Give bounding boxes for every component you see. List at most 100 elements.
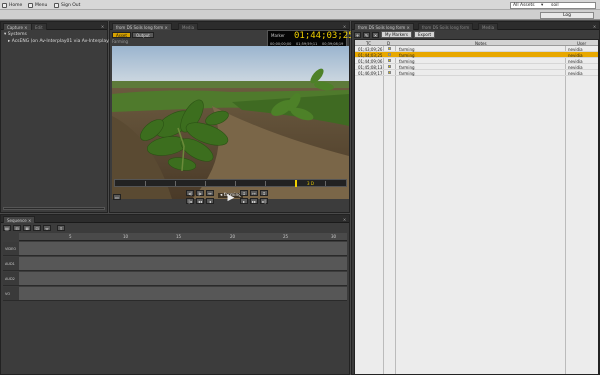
track-label: VIDEO [3,242,19,255]
row-tc: 01;45;08;13 [358,64,383,70]
row-user: nevidia [568,64,583,70]
column-header-tc[interactable]: TC [366,41,371,46]
track-body[interactable] [19,272,347,285]
search-scope-dropdown[interactable]: All Assets [513,3,535,8]
row-user: nevidia [568,52,583,58]
close-icon[interactable]: × [342,24,347,29]
column-header-d[interactable]: D [387,41,390,46]
play-button[interactable]: ▶ [226,193,236,204]
row-note: farming [399,52,415,58]
menu-icon [28,2,33,8]
markers-toolbar: + ✎ ✕ My Markers Export [354,31,436,38]
track-vo[interactable]: VO [3,287,347,301]
tab-markers-active[interactable]: from DS Soils long form × [354,23,414,30]
track-aud1[interactable]: AUD1 [3,257,347,271]
extract-icon[interactable]: ⊠ [23,225,31,231]
markers-panel: from DS Soils long form × from DS Soils … [351,21,600,375]
chevron-down-icon[interactable]: ▾ [541,3,543,8]
row-note: farming [399,64,415,70]
mark-in-button[interactable]: ◂| [186,190,194,196]
edit-marker-icon[interactable]: ✎ [363,31,370,38]
menu-label: Menu [35,2,48,8]
track-aud2[interactable]: AUD2 [3,272,347,286]
track-body[interactable] [19,242,347,255]
marker-indicator: 3 D [307,181,314,186]
tab-media[interactable]: Media [178,23,199,30]
output-toggle-button[interactable]: Output [131,32,154,38]
row-tc: 01;44;03;25 [358,52,383,58]
segment-mode-icon[interactable]: ▤ [3,225,11,231]
close-icon[interactable]: × [342,217,347,222]
delete-marker-icon[interactable]: ✕ [372,31,379,38]
tree-root[interactable]: ▾ Systems [4,32,113,37]
capture-panel: Capture × Edit × ▾ Systems ▸ AcsENG (on … [0,21,113,213]
transport-controls: ◂| |▸ ↔ |◂ ◂◂ ◂ ▶ ↧ ↦ ↥ ▸ ▸▸ ▸| [186,190,276,208]
capture-tabbar: Capture × Edit × [1,22,107,30]
splice-button[interactable]: ↧ [240,190,248,196]
playhead[interactable] [295,180,297,187]
scrub-tick [145,181,146,186]
frame-back-button[interactable]: ◂ [206,198,214,204]
my-markers-button[interactable]: My Markers [381,31,412,38]
table-row[interactable]: 01;46;09;17 farming nevidia [355,70,598,76]
search-box[interactable]: All Assets ▾ soil [510,1,596,9]
step-back-button[interactable]: ◂◂ [196,198,204,204]
row-user: nevidia [568,58,583,64]
column-divider [383,40,384,374]
tab-source-clip[interactable]: from DS Soils long form × [112,23,172,30]
asset-toggle-button[interactable]: Asset [112,32,131,38]
source-output-toggle: Asset Output [112,32,154,38]
ruler-label: 20 [230,234,236,239]
top-toolbar: Home Menu Sign Out All Assets ▾ soil [0,0,600,10]
frame-forward-button[interactable]: ▸ [240,198,248,204]
mark-out-button[interactable]: |▸ [196,190,204,196]
overwrite-button[interactable]: ↦ [250,190,258,196]
export-icon[interactable]: ⇪ [57,225,65,231]
close-icon[interactable]: × [592,24,597,29]
tab-markers-2[interactable]: from DS Soils long form [418,23,474,30]
lift-button[interactable]: ↥ [260,190,268,196]
marker-color-swatch [388,52,391,56]
export-button[interactable]: Export [414,31,436,38]
go-to-start-button[interactable]: |◂ [186,198,194,204]
menu-button[interactable]: Menu [28,2,47,8]
timeline-ruler[interactable]: 5 10 15 20 25 30 [19,233,347,241]
markers-tabbar: from DS Soils long form × from DS Soils … [352,22,599,30]
ruler-label: 5 [69,234,72,239]
column-header-notes[interactable]: Notes [475,41,487,46]
row-user: nevidia [568,46,583,52]
lift-icon[interactable]: ⊟ [13,225,21,231]
row-tc: 01;46;09;17 [358,70,383,76]
add-marker-icon[interactable]: + [354,31,361,38]
tab-capture[interactable]: Capture × [3,23,32,30]
tab-sequence[interactable]: Sequence × [3,216,36,223]
zoom-icon[interactable]: ⇔ [43,225,51,231]
sign-out-icon [54,2,59,8]
tab-edit[interactable]: Edit [31,23,47,30]
column-divider [565,40,566,374]
column-divider [395,40,396,374]
go-to-end-button[interactable]: ▸| [260,198,268,204]
step-forward-button[interactable]: ▸▸ [250,198,258,204]
tree-item[interactable]: ▸ AcsENG (on Av-Interplay01 via Av-Inter… [4,39,113,44]
horizontal-scrollbar[interactable] [3,207,105,210]
row-user: nevidia [568,70,583,76]
log-button[interactable]: Log [540,11,594,19]
column-header-user[interactable]: User [577,41,586,46]
clear-marks-button[interactable]: ↔ [206,190,214,196]
track-video[interactable]: VIDEO [3,242,347,256]
close-icon[interactable]: × [100,24,105,29]
position-bar[interactable]: 3 D [114,179,347,187]
track-body[interactable] [19,257,347,270]
tab-media[interactable]: Media [478,23,499,30]
trim-icon[interactable]: ⊡ [33,225,41,231]
log-row: Log [0,10,600,20]
monitor-menu-button[interactable]: ▭ [113,194,121,200]
sign-out-button[interactable]: Sign Out [54,2,80,8]
home-icon [2,2,7,8]
marker-color-swatch [388,46,391,50]
home-button[interactable]: Home [2,2,22,8]
search-input[interactable]: soil [551,3,559,8]
track-body[interactable] [19,287,347,300]
video-frame[interactable]: ◂ farming [112,46,349,199]
